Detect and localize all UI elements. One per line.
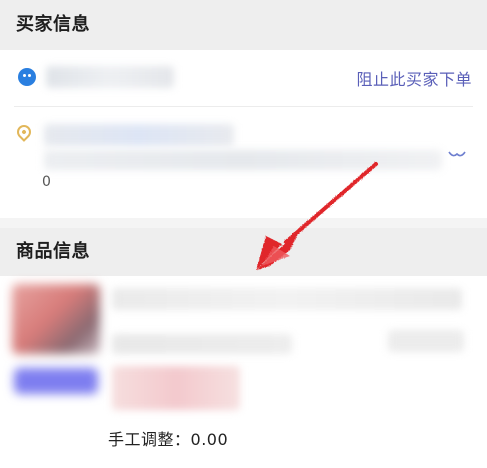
manual-adjust-value: 0.00	[190, 430, 229, 449]
goods-info-header: 商品信息	[0, 228, 487, 276]
product-spec-redacted	[112, 334, 292, 354]
buyer-name-redacted	[46, 66, 174, 88]
manual-adjust-label: 手工调整：	[108, 430, 191, 449]
product-price-redacted	[112, 366, 240, 410]
address-line-redacted	[44, 124, 234, 146]
buyer-divider	[14, 106, 473, 107]
address-detail-redacted	[44, 150, 442, 170]
product-tag-redacted	[14, 368, 98, 394]
product-thumbnail-redacted[interactable]	[12, 284, 100, 354]
goods-info-title: 商品信息	[16, 241, 90, 262]
product-title-redacted	[112, 288, 462, 310]
expand-chevron-icon[interactable]	[448, 150, 466, 160]
buyer-info-header: 买家信息	[0, 0, 487, 50]
product-qty-redacted	[388, 330, 464, 352]
manual-adjust-row: 手工调整：0.00	[108, 426, 228, 450]
buyer-avatar-icon	[18, 68, 36, 86]
buyer-info-title: 买家信息	[16, 14, 90, 35]
block-buyer-link[interactable]: 阻止此买家下单	[356, 66, 472, 90]
address-extra-value: 0	[42, 174, 51, 190]
section-gap	[0, 218, 487, 228]
